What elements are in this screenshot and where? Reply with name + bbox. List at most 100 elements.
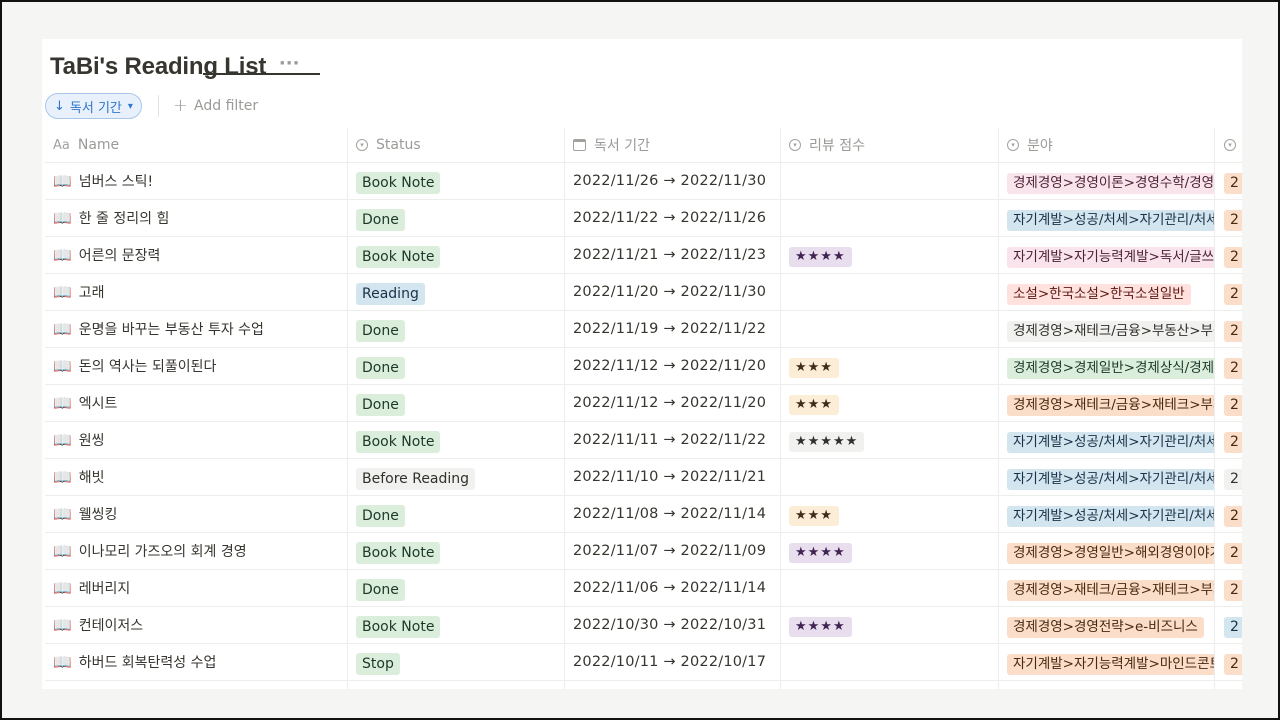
cell-name[interactable]: 📖 이나모리 가즈오의 회계 경영: [45, 533, 348, 569]
cell-date[interactable]: 2022/11/11 → 2022/11/22: [565, 422, 781, 458]
add-filter-button[interactable]: + Add filter: [173, 97, 258, 115]
cell-name[interactable]: 📖 웰씽킹: [45, 496, 348, 532]
cell-status[interactable]: Book Note: [348, 533, 565, 569]
cell-score[interactable]: [781, 163, 999, 199]
cell-field[interactable]: 경제경영>경영전략>e-비즈니스: [999, 607, 1215, 643]
table-row[interactable]: 📖 어른의 문장력 Book Note 2022/11/21 → 2022/11/23…: [45, 237, 1242, 274]
cell-extra[interactable]: 2: [1215, 570, 1242, 606]
cell-score[interactable]: ★★★★: [781, 607, 999, 643]
cell-status[interactable]: Stop: [348, 644, 565, 680]
cell-status[interactable]: Done: [348, 348, 565, 384]
cell-extra[interactable]: 2: [1215, 385, 1242, 421]
cell-score[interactable]: ★★★★: [781, 237, 999, 273]
cell-field[interactable]: 경제경영>경제일반>경제상식/경제: [999, 348, 1215, 384]
cell-status[interactable]: Book Note: [348, 422, 565, 458]
cell-date[interactable]: 2022/11/07 → 2022/11/09: [565, 533, 781, 569]
table-row[interactable]: 📖 레버리지 Done 2022/11/06 → 2022/11/14 경제경영>재테크…: [45, 570, 1242, 607]
cell-field[interactable]: 자기계발>성공/처세>자기관리/처세: [999, 200, 1215, 236]
table-row[interactable]: 📖 하버드 회복탄력성 수업 Stop 2022/10/11 → 2022/10/17…: [45, 644, 1242, 681]
cell-name[interactable]: 📖이익이란 무엇인가?: [45, 681, 348, 689]
table-row[interactable]: 📖 웰씽킹 Done 2022/11/08 → 2022/11/14 ★★★ 자기계발>성…: [45, 496, 1242, 533]
column-header-name[interactable]: Aa Name: [45, 128, 348, 162]
cell-status[interactable]: Reading: [348, 274, 565, 310]
cell-score[interactable]: [781, 311, 999, 347]
cell-field[interactable]: 경제경영>재테크/금융>재테크>부자: [999, 385, 1215, 421]
table-row[interactable]: 📖 해빗 Before Reading 2022/11/10 → 2022/11/21…: [45, 459, 1242, 496]
cell-extra[interactable]: 2: [1215, 459, 1242, 495]
cell-name[interactable]: 📖 원씽: [45, 422, 348, 458]
cell-date[interactable]: 2022/11/22 → 2022/11/26: [565, 200, 781, 236]
cell-date[interactable]: 2022/11/08 → 2022/11/14: [565, 496, 781, 532]
cell-date[interactable]: 2022/10/11 → 2022/10/17: [565, 644, 781, 680]
cell-date[interactable]: 2022/11/10 → 2022/11/21: [565, 459, 781, 495]
cell-status[interactable]: Done: [348, 385, 565, 421]
cell-date[interactable]: 2022/11/26 → 2022/11/30: [565, 163, 781, 199]
cell-date[interactable]: 2022/11/12 → 2022/11/20: [565, 348, 781, 384]
cell-date[interactable]: 2022/10/30 → 2022/10/31: [565, 607, 781, 643]
cell-extra[interactable]: 2: [1215, 533, 1242, 569]
cell-field[interactable]: 자기계발>성공/처세>자기관리/처세: [999, 496, 1215, 532]
cell-field[interactable]: 경제경영>경영일반>해외경영이야기: [999, 533, 1215, 569]
cell-extra[interactable]: 2: [1215, 348, 1242, 384]
cell-name[interactable]: 📖 레버리지: [45, 570, 348, 606]
cell-extra[interactable]: 2: [1215, 422, 1242, 458]
cell-extra[interactable]: 2: [1215, 644, 1242, 680]
column-header-score[interactable]: ▾ 리뷰 점수: [781, 128, 999, 162]
cell-status[interactable]: Book Note: [348, 607, 565, 643]
cell-score[interactable]: [781, 200, 999, 236]
cell-date[interactable]: 2022/11/20 → 2022/11/30: [565, 274, 781, 310]
cell-field[interactable]: 경제경영>재테크/금융>재테크>부자: [999, 570, 1215, 606]
column-header-extra[interactable]: ▾: [1215, 128, 1242, 162]
table-row[interactable]: 📖 한 줄 정리의 힘 Done 2022/11/22 → 2022/11/26 자기계…: [45, 200, 1242, 237]
cell-extra[interactable]: 2: [1215, 163, 1242, 199]
cell-extra[interactable]: 2: [1215, 274, 1242, 310]
table-row[interactable]: 📖 돈의 역사는 되풀이된다 Done 2022/11/12 → 2022/11/20…: [45, 348, 1242, 385]
cell-field[interactable]: 경제경영>재테크/금융>부동산>부동산: [999, 311, 1215, 347]
cell-status[interactable]: Book Note: [348, 163, 565, 199]
cell-score[interactable]: [781, 644, 999, 680]
table-row[interactable]: 📖 이나모리 가즈오의 회계 경영 Book Note 2022/11/07 → 20…: [45, 533, 1242, 570]
cell-score[interactable]: [781, 459, 999, 495]
sort-chip[interactable]: ↓ 독서 기간 ▾: [45, 93, 142, 119]
cell-name[interactable]: 📖 돈의 역사는 되풀이된다: [45, 348, 348, 384]
cell-name[interactable]: 📖 해빗: [45, 459, 348, 495]
cell-date[interactable]: 2022/10/07 → 2022/10/31: [565, 681, 781, 689]
table-row[interactable]: 📖 넘버스 스틱! Book Note 2022/11/26 → 2022/11/30…: [45, 163, 1242, 200]
column-header-date[interactable]: 독서 기간: [565, 128, 781, 162]
cell-date[interactable]: 2022/11/12 → 2022/11/20: [565, 385, 781, 421]
cell-date[interactable]: 2022/11/06 → 2022/11/14: [565, 570, 781, 606]
cell-name[interactable]: 📖 운명을 바꾸는 부동산 투자 수업: [45, 311, 348, 347]
table-row[interactable]: 📖이익이란 무엇인가?Reading2022/10/07 → 2022/10/3…: [45, 681, 1242, 689]
cell-status[interactable]: Done: [348, 200, 565, 236]
cell-field[interactable]: 자기계발>성공/처세>자기관리/처세: [999, 459, 1215, 495]
column-header-status[interactable]: ▾ Status: [348, 128, 565, 162]
cell-field[interactable]: 경제경영>경영이론>경영분석/경영: [999, 681, 1215, 689]
cell-name[interactable]: 📖 하버드 회복탄력성 수업: [45, 644, 348, 680]
cell-field[interactable]: 자기계발>자기능력계발>마인드콘트롤: [999, 644, 1215, 680]
cell-status[interactable]: Done: [348, 570, 565, 606]
cell-extra[interactable]: 2: [1215, 200, 1242, 236]
cell-name[interactable]: 📖 한 줄 정리의 힘: [45, 200, 348, 236]
cell-field[interactable]: 자기계발>성공/처세>자기관리/처세: [999, 422, 1215, 458]
cell-name[interactable]: 📖 어른의 문장력: [45, 237, 348, 273]
cell-score[interactable]: ★★★★: [781, 533, 999, 569]
cell-status[interactable]: Done: [348, 311, 565, 347]
table-row[interactable]: 📖 원씽 Book Note 2022/11/11 → 2022/11/22 ★★★★★…: [45, 422, 1242, 459]
cell-date[interactable]: 2022/11/21 → 2022/11/23: [565, 237, 781, 273]
cell-score[interactable]: [781, 681, 999, 689]
column-header-field[interactable]: ▾ 분야: [999, 128, 1215, 162]
table-row[interactable]: 📖 고래 Reading 2022/11/20 → 2022/11/30 소설>한국소설…: [45, 274, 1242, 311]
cell-status[interactable]: Reading: [348, 681, 565, 689]
more-options-button[interactable]: ···: [278, 53, 300, 81]
cell-extra[interactable]: 2: [1215, 681, 1242, 689]
cell-score[interactable]: ★★★★★: [781, 422, 999, 458]
cell-status[interactable]: Done: [348, 496, 565, 532]
cell-score[interactable]: [781, 274, 999, 310]
cell-field[interactable]: 자기계발>자기능력계발>독서/글쓰기: [999, 237, 1215, 273]
cell-name[interactable]: 📖 엑시트: [45, 385, 348, 421]
cell-name[interactable]: 📖 컨테이저스: [45, 607, 348, 643]
cell-extra[interactable]: 2: [1215, 311, 1242, 347]
cell-score[interactable]: ★★★: [781, 348, 999, 384]
cell-field[interactable]: 경제경영>경영이론>경영수학/경영: [999, 163, 1215, 199]
cell-extra[interactable]: 2: [1215, 607, 1242, 643]
